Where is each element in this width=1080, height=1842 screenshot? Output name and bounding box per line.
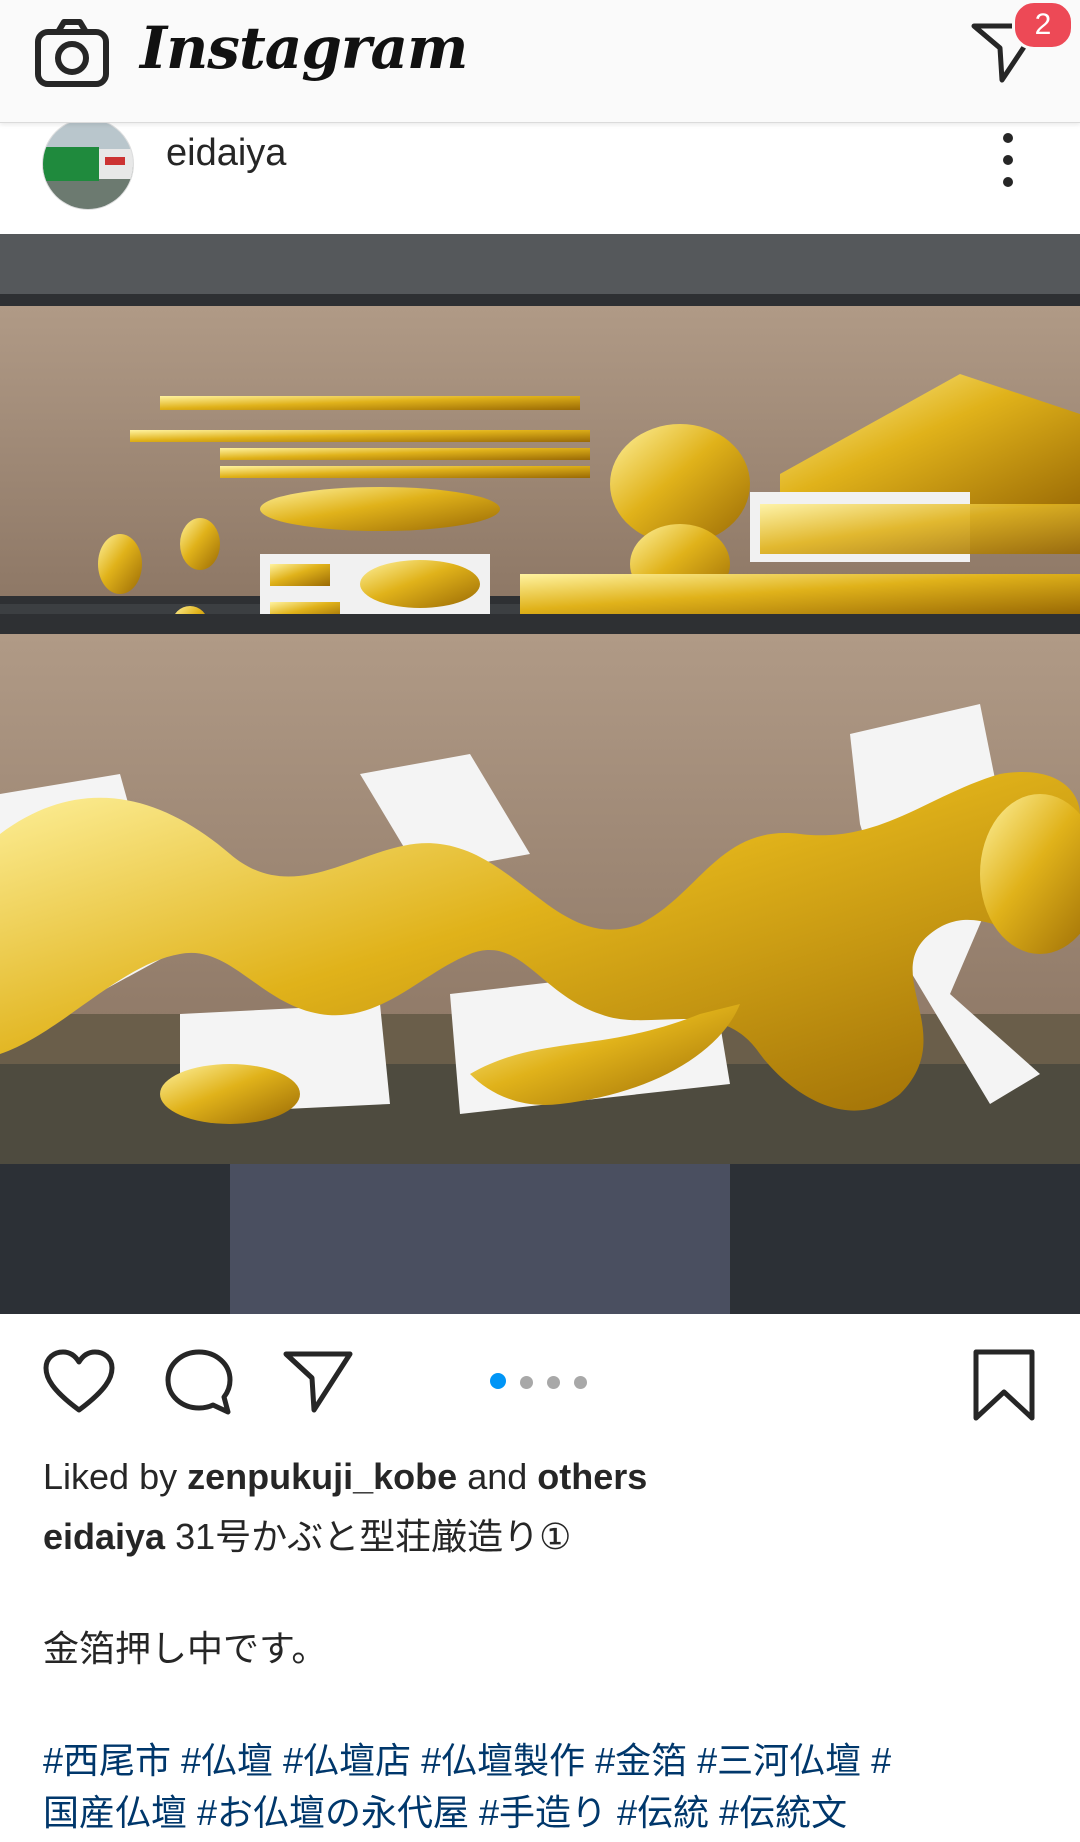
share-icon[interactable] [282,1348,354,1414]
carousel-dot [547,1376,560,1389]
carousel-dot [520,1376,533,1389]
likes-joiner: and [467,1456,528,1497]
notification-badge: 2 [1012,0,1074,50]
likes-line: Liked by zenpukuji_kobe and others [43,1448,1043,1506]
camera-icon[interactable] [34,18,110,88]
caption-hashtags-line2[interactable]: 国産仏壇 #お仏壇の永代屋 #手造り #伝統 #伝統文 [43,1784,1043,1842]
likes-others-link[interactable]: others [537,1456,647,1497]
carousel-dot [490,1373,506,1389]
heart-icon[interactable] [42,1348,116,1414]
gold-ornaments-image [0,234,1080,1314]
caption-hashtags-line1[interactable]: #西尾市 #仏壇 #仏壇店 #仏壇製作 #金箔 #三河仏壇 # [43,1732,1043,1790]
top-app-bar: Instagram 2 [0,0,1080,123]
post-photo[interactable] [0,234,1080,1314]
bookmark-icon[interactable] [972,1348,1036,1422]
avatar[interactable] [42,118,134,210]
caption-username[interactable]: eidaiya [43,1516,165,1557]
likes-prefix: Liked by [43,1456,178,1497]
carousel-dot [574,1376,587,1389]
liked-by-user[interactable]: zenpukuji_kobe [187,1456,457,1497]
caption-title: 31号かぶと型荘厳造り① [175,1516,572,1557]
post-header: eidaiya [0,118,1080,234]
comment-icon[interactable] [164,1348,234,1416]
caption-body: 金箔押し中です。 [43,1628,328,1669]
instagram-logo[interactable]: Instagram [140,14,468,82]
more-options-icon[interactable] [996,130,1020,190]
caption-line: eidaiya 31号かぶと型荘厳造り① [43,1508,1043,1566]
carousel-indicator [490,1373,601,1389]
post-username[interactable]: eidaiya [166,132,286,175]
